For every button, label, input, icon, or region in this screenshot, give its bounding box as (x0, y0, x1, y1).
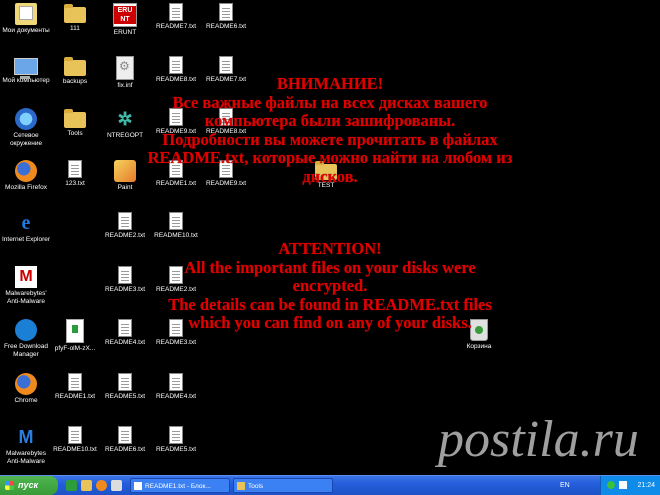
icon-label: pfyF-olM-zX... (54, 345, 96, 352)
icon-label: README6.txt (104, 446, 146, 453)
erunt-badge: ERU NT (114, 6, 136, 24)
desktop: Мои документы Мой компьютер Сетевое окру… (0, 0, 660, 475)
folder-icon (237, 482, 245, 490)
language-indicator[interactable]: EN (560, 476, 570, 495)
erunt-icon: ERU NT (113, 3, 137, 27)
file-readme5-b[interactable]: README5.txt (150, 426, 202, 454)
text-file-icon (169, 373, 183, 391)
icon-label: Мои документы (2, 27, 50, 34)
folder-icon (64, 4, 86, 23)
file-readme10-b[interactable]: README10.txt (49, 426, 101, 454)
icon-label: README4.txt (155, 393, 197, 400)
ransom-ru-line: Все важные файлы на всех дисках вашего (172, 92, 488, 112)
icon-label: README5.txt (104, 393, 146, 400)
icon-label: Malwarebytes Anti-Malware (5, 450, 47, 465)
ransom-ru-line: компьютера были зашифрованы. (204, 111, 456, 130)
text-file-icon (68, 426, 82, 444)
file-readme5-a[interactable]: README5.txt (99, 373, 151, 401)
text-file-icon (118, 212, 132, 230)
firefox-icon (15, 373, 37, 395)
start-label: пуск (18, 480, 39, 490)
windows-logo-icon (5, 481, 14, 490)
clock[interactable]: 21:24 (637, 476, 655, 495)
icon-label: Chrome (14, 397, 38, 404)
quick-launch-folder-icon[interactable] (81, 480, 92, 491)
task-tools-folder[interactable]: Tools (233, 478, 333, 493)
my-documents-shortcut[interactable]: Мои документы (0, 3, 52, 35)
quick-launch-firefox-icon[interactable] (96, 480, 107, 491)
text-file-icon (169, 56, 183, 74)
task-notepad-readme[interactable]: README1.txt - Блок... (130, 478, 230, 493)
quick-launch-explorer-icon[interactable] (111, 480, 122, 491)
ransom-en-line: encrypted. (292, 276, 368, 295)
system-tray: 21:24 (600, 476, 660, 495)
start-button[interactable]: пуск (0, 476, 58, 495)
taskbar: пуск README1.txt - Блок... Tools EN 21:2… (0, 475, 660, 495)
icon-label: README6.txt (205, 23, 247, 30)
ransom-note-russian: ВНИМАНИЕ! Все важные файлы на всех диска… (0, 74, 660, 186)
text-file-icon (169, 426, 183, 444)
text-file-icon (68, 373, 82, 391)
ransom-note-english: ATTENTION! All the important files on yo… (0, 239, 660, 333)
text-file-icon (219, 3, 233, 21)
text-file-icon (219, 56, 233, 74)
computer-icon (14, 58, 38, 79)
tray-volume-icon[interactable] (619, 481, 627, 489)
ransom-en-line: which you can find on any of your disks. (188, 313, 472, 332)
malwarebytes-logo-icon: M (18, 427, 34, 447)
file-readme6-b[interactable]: README6.txt (99, 426, 151, 454)
file-readme4-b[interactable]: README4.txt (150, 373, 202, 401)
icon-label: 111 (70, 25, 80, 32)
tray-security-icon[interactable] (607, 481, 615, 489)
folder-111[interactable]: 111 (49, 3, 101, 33)
icon-label: README5.txt (155, 446, 197, 453)
icon-label: Free Download Manager (3, 343, 49, 358)
file-readme1-b[interactable]: README1.txt (49, 373, 101, 401)
erunt-shortcut[interactable]: ERU NT ERUNT (99, 3, 151, 37)
icon-label: README10.txt (53, 446, 97, 453)
ransom-ru-line: ВНИМАНИЕ! (276, 74, 384, 93)
icon-label: Корзина (466, 343, 492, 350)
ransom-en-line: All the important files on your disks we… (184, 257, 476, 277)
notepad-icon (134, 482, 142, 490)
ransom-en-line: The details can be found in README.txt f… (168, 294, 492, 314)
quick-launch-app-icon[interactable] (66, 480, 77, 491)
internet-explorer-icon: e (21, 212, 31, 234)
icon-label: README1.txt (54, 393, 96, 400)
text-file-icon (118, 426, 132, 444)
text-file-icon (169, 212, 183, 230)
file-readme2-a[interactable]: README2.txt (99, 212, 151, 240)
ransom-ru-line: README.txt, которые можно найти на любом… (147, 148, 513, 167)
icon-label: README2.txt (104, 232, 146, 239)
ransom-ru-line: дисков. (302, 166, 358, 186)
icon-label: README4.txt (104, 339, 146, 346)
task-label: README1.txt - Блок... (145, 483, 211, 490)
icon-label: README10.txt (154, 232, 198, 239)
ransom-en-line: ATTENTION! (278, 239, 382, 258)
malwarebytes-anti-malware-shortcut[interactable]: M Malwarebytes Anti-Malware (0, 426, 52, 466)
task-label: Tools (248, 483, 264, 490)
icon-label: README7.txt (155, 23, 197, 30)
watermark: postila.ru (438, 411, 639, 468)
my-documents-icon (15, 3, 37, 25)
folder-icon (64, 57, 86, 76)
chrome-shortcut[interactable]: Chrome (0, 373, 52, 405)
file-readme7-a[interactable]: README7.txt (150, 3, 202, 31)
text-file-icon (118, 373, 132, 391)
file-readme10-a[interactable]: README10.txt (150, 212, 202, 240)
ransom-ru-line: Подробности вы можете прочитать в файлах (162, 129, 498, 149)
file-readme6-a[interactable]: README6.txt (200, 3, 252, 31)
icon-label: README3.txt (155, 339, 197, 346)
text-file-icon (169, 3, 183, 21)
icon-label: ERUNT (113, 29, 137, 36)
